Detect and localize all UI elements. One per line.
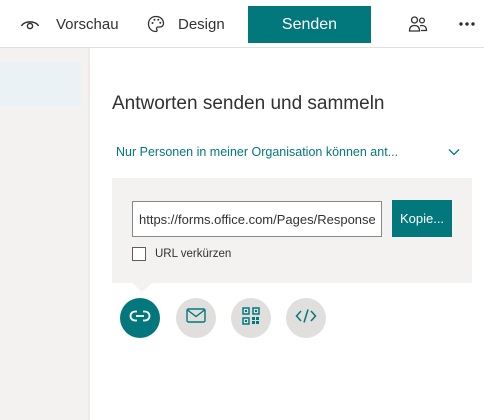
design-label: Design <box>178 15 225 33</box>
send-button[interactable]: Senden <box>248 6 371 43</box>
form-canvas <box>0 48 88 420</box>
copy-label: Kopie... <box>399 211 445 226</box>
shorten-url-checkbox[interactable] <box>132 247 146 261</box>
qr-code-icon <box>242 306 260 330</box>
embed-icon <box>295 308 317 329</box>
send-panel: Antworten senden und sammeln Nur Persone… <box>88 48 484 420</box>
shorten-url-label: URL verkürzen <box>155 248 232 260</box>
audience-label: Nur Personen in meiner Organisation könn… <box>116 145 399 159</box>
eye-icon <box>20 17 40 31</box>
share-qr-button[interactable] <box>231 298 271 338</box>
share-embed-button[interactable] <box>286 298 326 338</box>
panel-title: Antworten senden und sammeln <box>112 93 385 114</box>
share-email-button[interactable] <box>176 298 216 338</box>
preview-button[interactable]: Vorschau <box>20 0 119 48</box>
more-options-button[interactable] <box>458 0 476 48</box>
collaborate-button[interactable] <box>408 0 428 48</box>
audience-dropdown[interactable]: Nur Personen in meiner Organisation könn… <box>116 142 460 162</box>
url-field[interactable] <box>132 201 382 237</box>
preview-label: Vorschau <box>56 15 119 33</box>
people-icon <box>408 15 428 33</box>
palette-icon <box>146 14 166 34</box>
link-icon <box>129 309 151 327</box>
chevron-down-icon <box>448 145 460 159</box>
shorten-url-option[interactable]: URL verkürzen <box>132 247 231 261</box>
copy-button[interactable]: Kopie... <box>392 200 452 237</box>
form-header-card[interactable] <box>0 62 81 106</box>
top-toolbar: Vorschau Design Senden <box>0 0 484 48</box>
link-share-box: Kopie... URL verkürzen <box>112 178 472 292</box>
share-link-button[interactable] <box>120 298 160 338</box>
mail-icon <box>186 308 206 328</box>
design-button[interactable]: Design <box>146 0 225 48</box>
more-icon <box>458 21 476 27</box>
send-label: Senden <box>281 15 338 33</box>
